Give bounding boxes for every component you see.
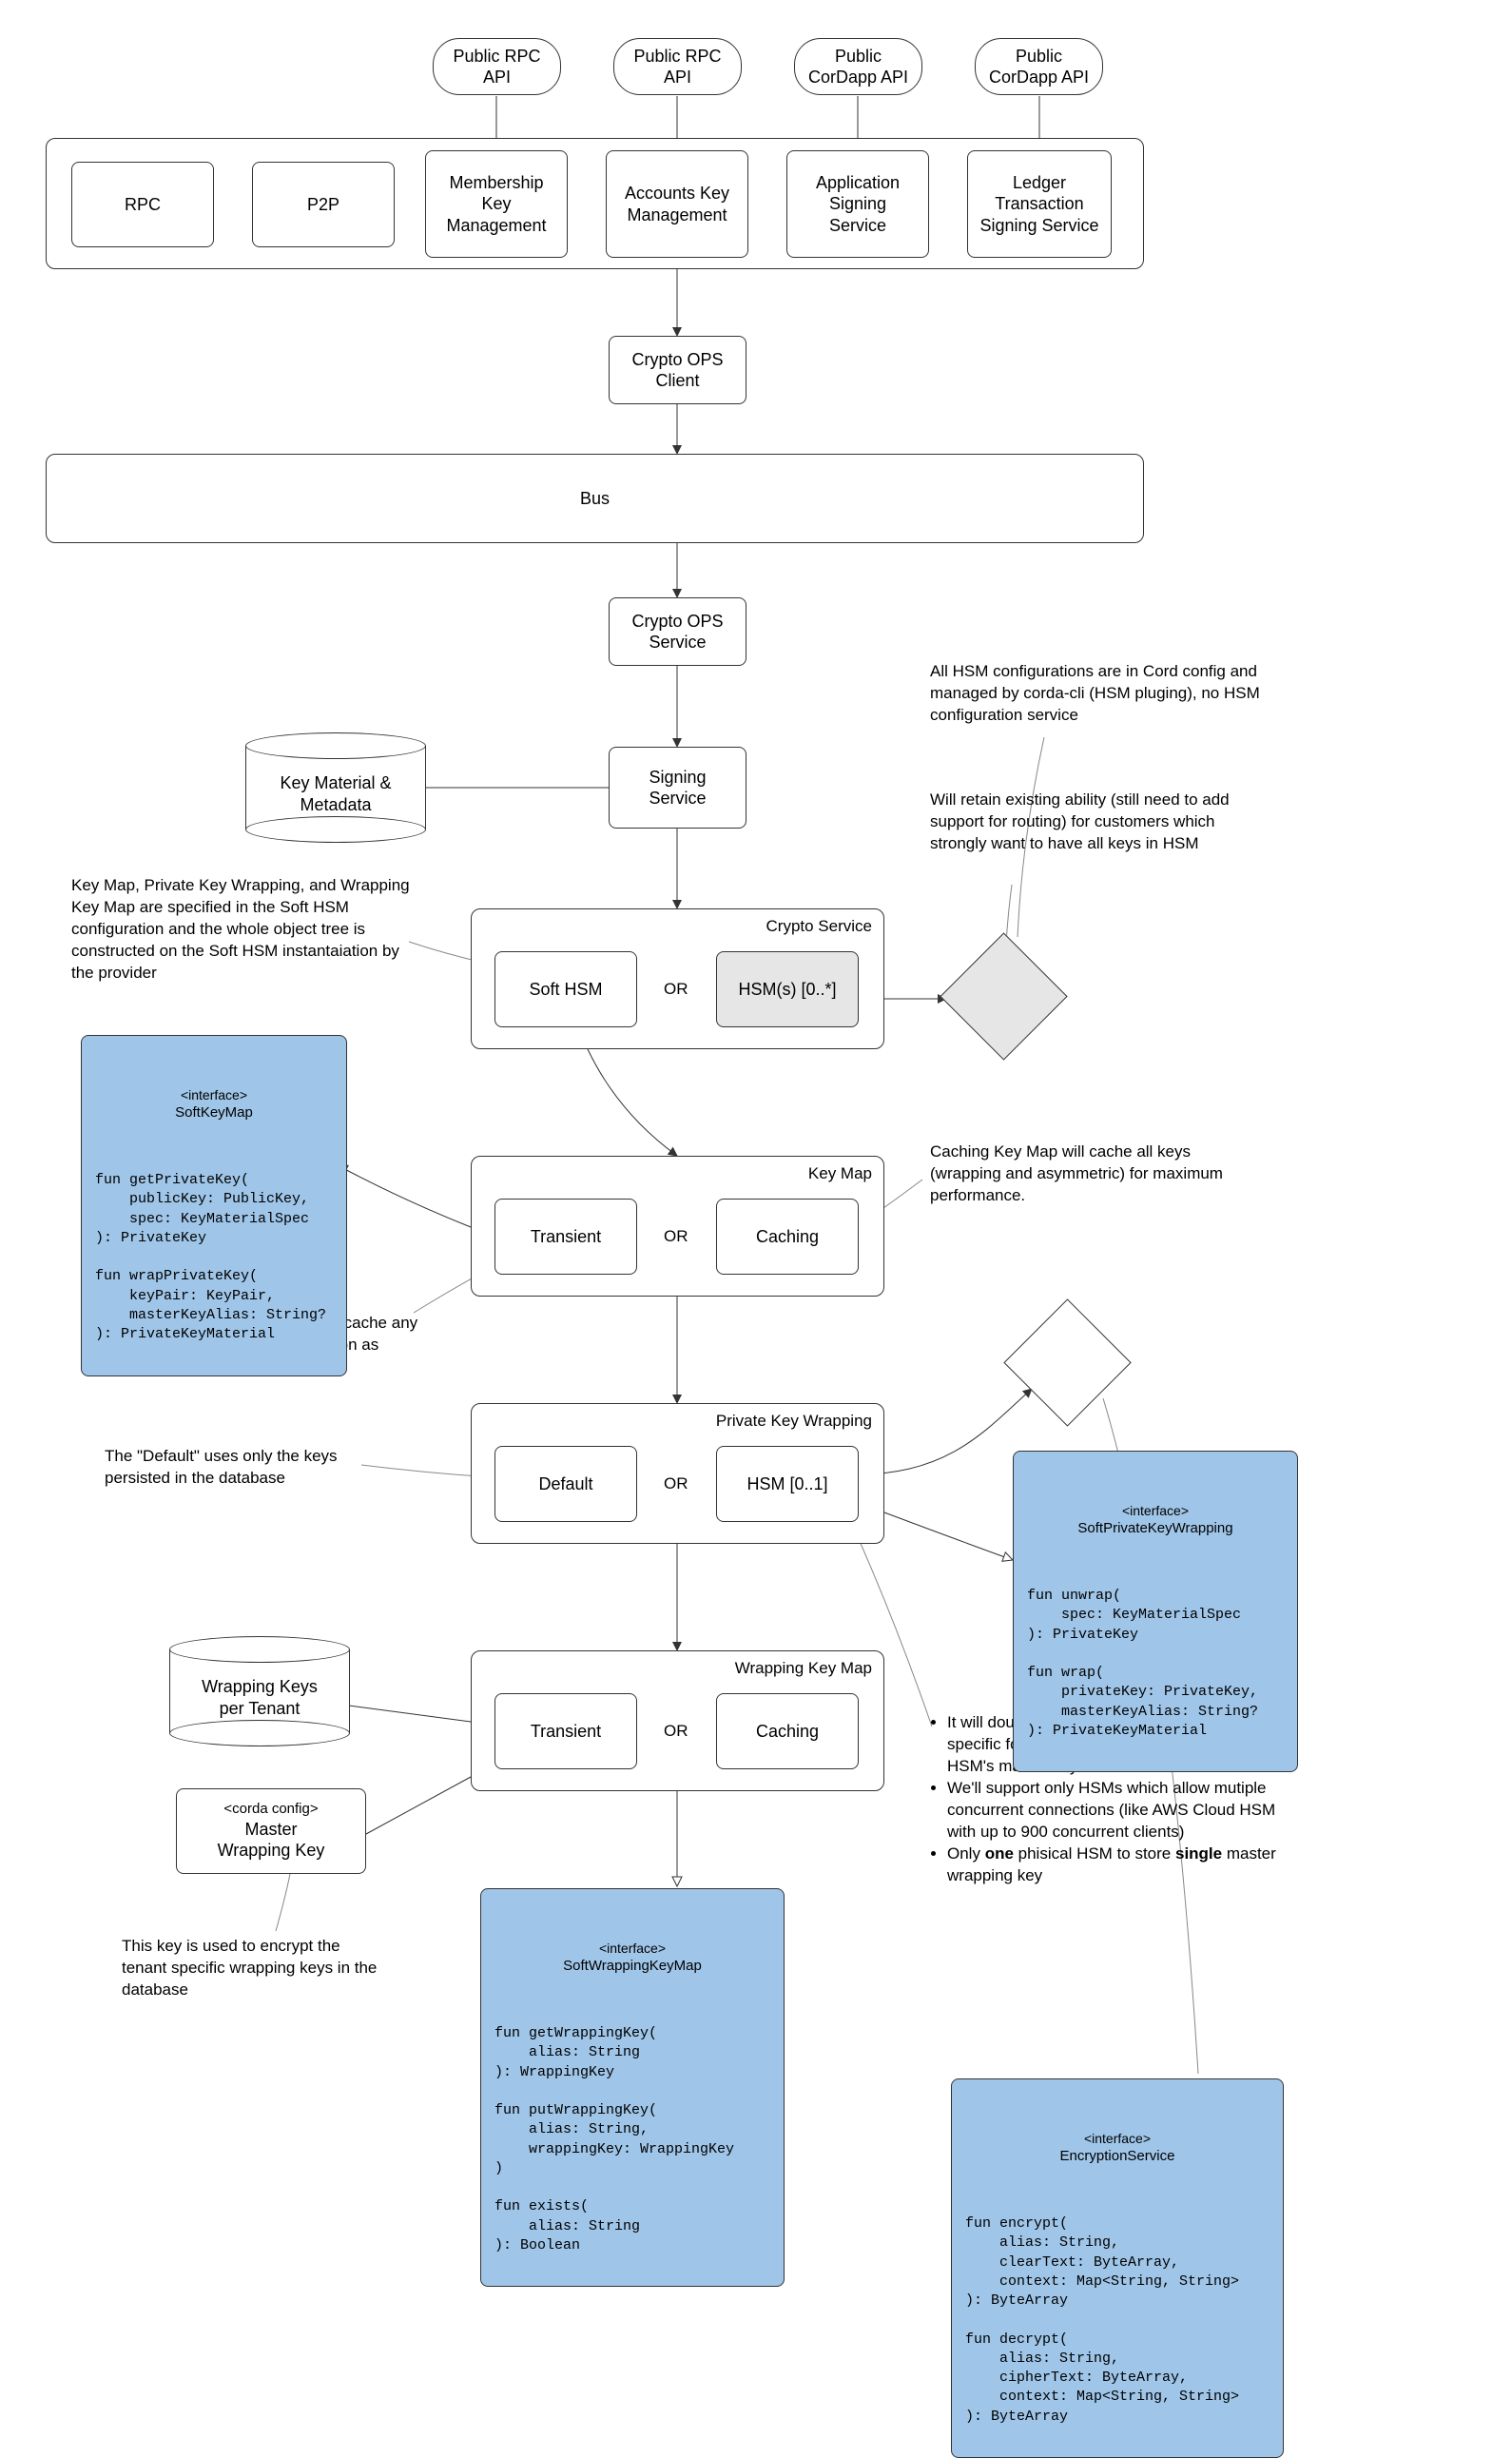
label: HSM [0..1]	[746, 1473, 827, 1495]
iface-encryption-service: <interface> EncryptionService fun encryp…	[951, 2078, 1284, 2458]
annot-caching-keymap: Caching Key Map will cache all keys (wra…	[930, 1141, 1225, 1207]
node-master-wrapping-key: <corda config> MasterWrapping Key	[176, 1788, 366, 1874]
label: MasterWrapping Key	[218, 1819, 325, 1862]
label: ApplicationSigningService	[816, 172, 900, 237]
label: Transient	[531, 1226, 601, 1248]
node-hsms: HSM(s) [0..*]	[716, 951, 859, 1027]
group-label: Wrapping Key Map	[735, 1659, 872, 1678]
group-label: Private Key Wrapping	[716, 1412, 872, 1431]
iface-name: SoftWrappingKeyMap	[494, 1957, 770, 1976]
node-ledger-tx-signing: LedgerTransactionSigning Service	[967, 150, 1112, 258]
label: Crypto OPSClient	[631, 349, 723, 392]
group-label: Crypto Service	[766, 917, 872, 936]
group-label: Key Map	[808, 1164, 872, 1183]
iface-code: fun encrypt( alias: String, clearText: B…	[965, 2214, 1270, 2427]
label: SigningService	[649, 767, 706, 810]
label: Crypto OPSService	[631, 611, 723, 654]
diamond-pkw	[1003, 1298, 1131, 1426]
stereotype: <corda config>	[223, 1801, 318, 1819]
iface-name: EncryptionService	[965, 2147, 1270, 2166]
bullet-2: We'll support only HSMs which allow muti…	[947, 1778, 1291, 1844]
label: Caching	[756, 1226, 819, 1248]
diamond-hsm	[940, 932, 1067, 1060]
pill-public-rpc-2: Public RPCAPI	[613, 38, 742, 95]
pill-public-cordapp-2: PublicCorDapp API	[975, 38, 1103, 95]
label: Public RPCAPI	[453, 46, 540, 88]
stereotype: <interface>	[965, 2130, 1270, 2148]
or-label: OR	[664, 980, 688, 999]
node-signing-service: SigningService	[609, 747, 746, 829]
node-app-signing-service: ApplicationSigningService	[786, 150, 929, 258]
iface-soft-wrapping-key-map: <interface> SoftWrappingKeyMap fun getWr…	[480, 1888, 785, 2287]
label: LedgerTransactionSigning Service	[979, 172, 1098, 237]
node-wkm-transient: Transient	[494, 1693, 637, 1769]
annot-default: The "Default" uses only the keys persist…	[105, 1446, 366, 1490]
node-keymap-caching: Caching	[716, 1199, 859, 1275]
pill-public-rpc-1: Public RPCAPI	[433, 38, 561, 95]
cylinder-wrapping-keys: Wrapping Keysper Tenant	[169, 1636, 350, 1746]
iface-code: fun getPrivateKey( publicKey: PublicKey,…	[95, 1171, 333, 1344]
label: Bus	[580, 489, 610, 509]
pill-public-cordapp-1: PublicCorDapp API	[794, 38, 922, 95]
iface-name: SoftPrivateKeyWrapping	[1027, 1519, 1284, 1538]
iface-code: fun getWrappingKey( alias: String): Wrap…	[494, 2024, 770, 2255]
node-bus: Bus	[46, 454, 1144, 543]
node-rpc: RPC	[71, 162, 214, 247]
label: Transient	[531, 1721, 601, 1743]
label: HSM(s) [0..*]	[738, 979, 836, 1001]
label: PublicCorDapp API	[808, 46, 908, 88]
label: Accounts KeyManagement	[625, 183, 729, 225]
label: Key Material &Metadata	[245, 772, 426, 815]
or-label: OR	[664, 1227, 688, 1246]
label: P2P	[307, 194, 339, 216]
label: RPC	[125, 194, 161, 216]
stereotype: <interface>	[494, 1940, 770, 1958]
node-keymap-transient: Transient	[494, 1199, 637, 1275]
label: Wrapping Keysper Tenant	[169, 1676, 350, 1719]
label: PublicCorDapp API	[989, 46, 1089, 88]
label: Caching	[756, 1721, 819, 1743]
node-crypto-ops-service: Crypto OPSService	[609, 597, 746, 666]
iface-code: fun unwrap( spec: KeyMaterialSpec): Priv…	[1027, 1587, 1284, 1741]
node-wkm-caching: Caching	[716, 1693, 859, 1769]
or-label: OR	[664, 1722, 688, 1741]
iface-soft-key-map: <interface> SoftKeyMap fun getPrivateKey…	[81, 1035, 347, 1376]
annot-retain: Will retain existing ability (still need…	[930, 790, 1244, 855]
annot-soft-hsm-cfg: Key Map, Private Key Wrapping, and Wrapp…	[71, 875, 414, 985]
stereotype: <interface>	[1027, 1502, 1284, 1520]
node-p2p: P2P	[252, 162, 395, 247]
label: Public RPCAPI	[633, 46, 721, 88]
bullet-3: Only one phisical HSM to store single ma…	[947, 1844, 1291, 1887]
annot-hsm-config: All HSM configurations are in Cord confi…	[930, 661, 1310, 727]
node-pkw-default: Default	[494, 1446, 637, 1522]
node-pkw-hsm: HSM [0..1]	[716, 1446, 859, 1522]
or-label: OR	[664, 1474, 688, 1493]
label: MembershipKeyManagement	[446, 172, 546, 237]
node-crypto-ops-client: Crypto OPSClient	[609, 336, 746, 404]
node-accounts-key-mgmt: Accounts KeyManagement	[606, 150, 748, 258]
node-membership-key-mgmt: MembershipKeyManagement	[425, 150, 568, 258]
label: Default	[538, 1473, 592, 1495]
node-soft-hsm: Soft HSM	[494, 951, 637, 1027]
label: Soft HSM	[529, 979, 602, 1001]
annot-master-key: This key is used to encrypt the tenant s…	[122, 1936, 388, 2001]
cylinder-key-material: Key Material &Metadata	[245, 732, 426, 842]
iface-soft-private-key-wrapping: <interface> SoftPrivateKeyWrapping fun u…	[1013, 1451, 1298, 1772]
iface-name: SoftKeyMap	[95, 1103, 333, 1122]
stereotype: <interface>	[95, 1086, 333, 1104]
